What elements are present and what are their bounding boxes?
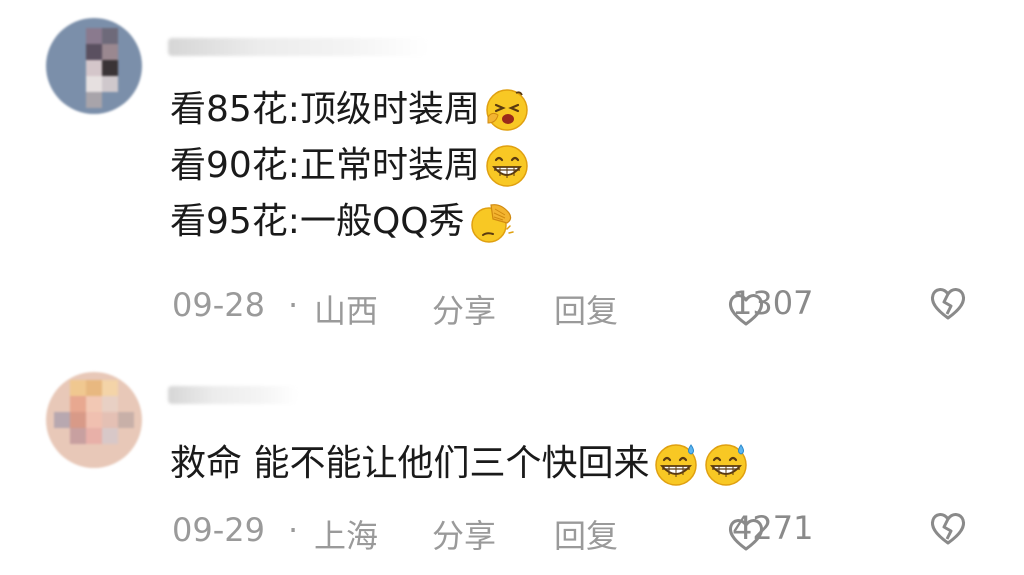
comment-content: 看85花:顶级时装周 看90花:正常时装周 看95花:一般QQ秀	[170, 82, 530, 250]
comment-line-text: 看90花:正常时装周	[170, 145, 480, 186]
heart-icon[interactable]	[726, 515, 766, 553]
comment-line: 看85花:顶级时装周	[170, 82, 530, 138]
reply-button[interactable]: 回复	[554, 511, 618, 557]
username-blurred[interactable]	[168, 386, 298, 404]
comment-meta: 09-29 · 上海 分享 回复 4271	[172, 505, 972, 555]
avatar[interactable]	[46, 18, 142, 114]
meta-separator: ·	[288, 286, 299, 324]
comment-line: 看90花:正常时装周	[170, 138, 530, 194]
username-blurred[interactable]	[168, 38, 428, 56]
avatar[interactable]	[46, 372, 142, 468]
comment-line: 救命 能不能让他们三个快回来	[170, 436, 749, 492]
grinning-sweat-emoji-icon	[703, 441, 749, 487]
reply-button[interactable]: 回复	[554, 286, 618, 332]
heart-icon[interactable]	[726, 290, 766, 328]
broken-heart-icon[interactable]	[928, 509, 968, 547]
facepalm-emoji-icon	[469, 199, 515, 245]
comment-item: 看85花:顶级时装周 看90花:正常时装周 看95花:一般QQ秀 09-28 ·…	[0, 0, 1024, 350]
comment-content: 救命 能不能让他们三个快回来	[170, 436, 749, 492]
like-button[interactable]: 1307	[726, 284, 813, 326]
comment-location: 上海	[314, 517, 379, 555]
share-button[interactable]: 分享	[432, 286, 496, 332]
comment-line-text: 看85花:顶级时装周	[170, 89, 480, 130]
share-button[interactable]: 分享	[432, 511, 496, 557]
broken-heart-icon[interactable]	[928, 284, 968, 322]
grinning-emoji-icon	[484, 143, 530, 189]
comment-line-text: 看95花:一般QQ秀	[170, 201, 465, 242]
like-button[interactable]: 4271	[726, 509, 813, 551]
comment-location: 山西	[314, 292, 379, 330]
crying-laugh-emoji-icon	[484, 87, 530, 133]
comment-line-text: 救命 能不能让他们三个快回来	[170, 443, 650, 484]
comment-meta: 09-28 · 山西 分享 回复 1307	[172, 280, 972, 330]
comment-date: 09-29	[172, 511, 265, 549]
comment-line: 看95花:一般QQ秀	[170, 194, 530, 250]
meta-separator: ·	[288, 511, 299, 549]
comment-date: 09-28	[172, 286, 265, 324]
comment-item: 救命 能不能让他们三个快回来 09-29 · 上海 分享 回复 4271	[0, 360, 1024, 575]
grinning-sweat-emoji-icon	[653, 441, 699, 487]
